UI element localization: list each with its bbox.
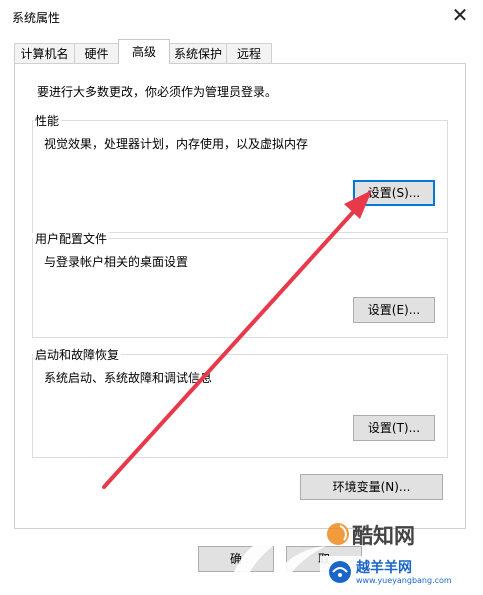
tab-computer-name[interactable]: 计算机名 [14,43,75,63]
environment-variables-button[interactable]: 环境变量(N)... [300,474,443,500]
user-profiles-settings-button[interactable]: 设置(E)... [353,297,435,323]
watermark-brand-text: 越羊羊网 [356,560,412,576]
admin-note: 要进行大多数更改，你必须作为管理员登录。 [37,85,278,99]
user-profiles-label: 用户配置文件 [33,230,110,247]
performance-settings-button[interactable]: 设置(S)... [353,180,435,206]
tab-advanced[interactable]: 高级 [118,39,170,64]
performance-group: 性能 视觉效果，处理器计划，内存使用，以及虚拟内存 设置(S)... [32,112,448,233]
tab-system-protection[interactable]: 系统保护 [169,43,227,63]
startup-recovery-label: 启动和故障恢复 [33,346,122,363]
watermark-logo-left-icon [234,529,326,586]
user-profiles-desc: 与登录帐户相关的桌面设置 [44,255,189,269]
performance-desc: 视觉效果，处理器计划，内存使用，以及虚拟内存 [44,137,309,151]
user-profiles-group: 用户配置文件 与登录帐户相关的桌面设置 设置(E)... [32,230,448,338]
tab-remote[interactable]: 远程 [226,43,272,63]
watermark-url-text: www.yueyangbang.com [356,576,452,585]
watermark-right: 酷知网 越羊羊网 www.yueyangbang.com [320,520,483,592]
tab-hardware[interactable]: 硬件 [74,43,119,63]
window-title: 系统属性 [12,11,61,25]
close-icon: ✕ [451,3,469,27]
advanced-tab-panel: 要进行大多数更改，你必须作为管理员登录。 性能 视觉效果，处理器计划，内存使用，… [14,63,466,529]
watermark-left-text: 酷知网 [352,524,415,548]
performance-label: 性能 [33,112,62,129]
startup-recovery-group: 启动和故障恢复 系统启动、系统故障和调试信息 设置(T)... [32,346,448,458]
close-button[interactable]: ✕ [437,0,483,30]
startup-recovery-desc: 系统启动、系统故障和调试信息 [44,371,213,385]
startup-recovery-settings-button[interactable]: 设置(T)... [353,415,435,441]
system-properties-window: 系统属性 ✕ 计算机名 硬件 高级 系统保护 远程 要进行大多数更改，你必须作为… [0,0,483,592]
